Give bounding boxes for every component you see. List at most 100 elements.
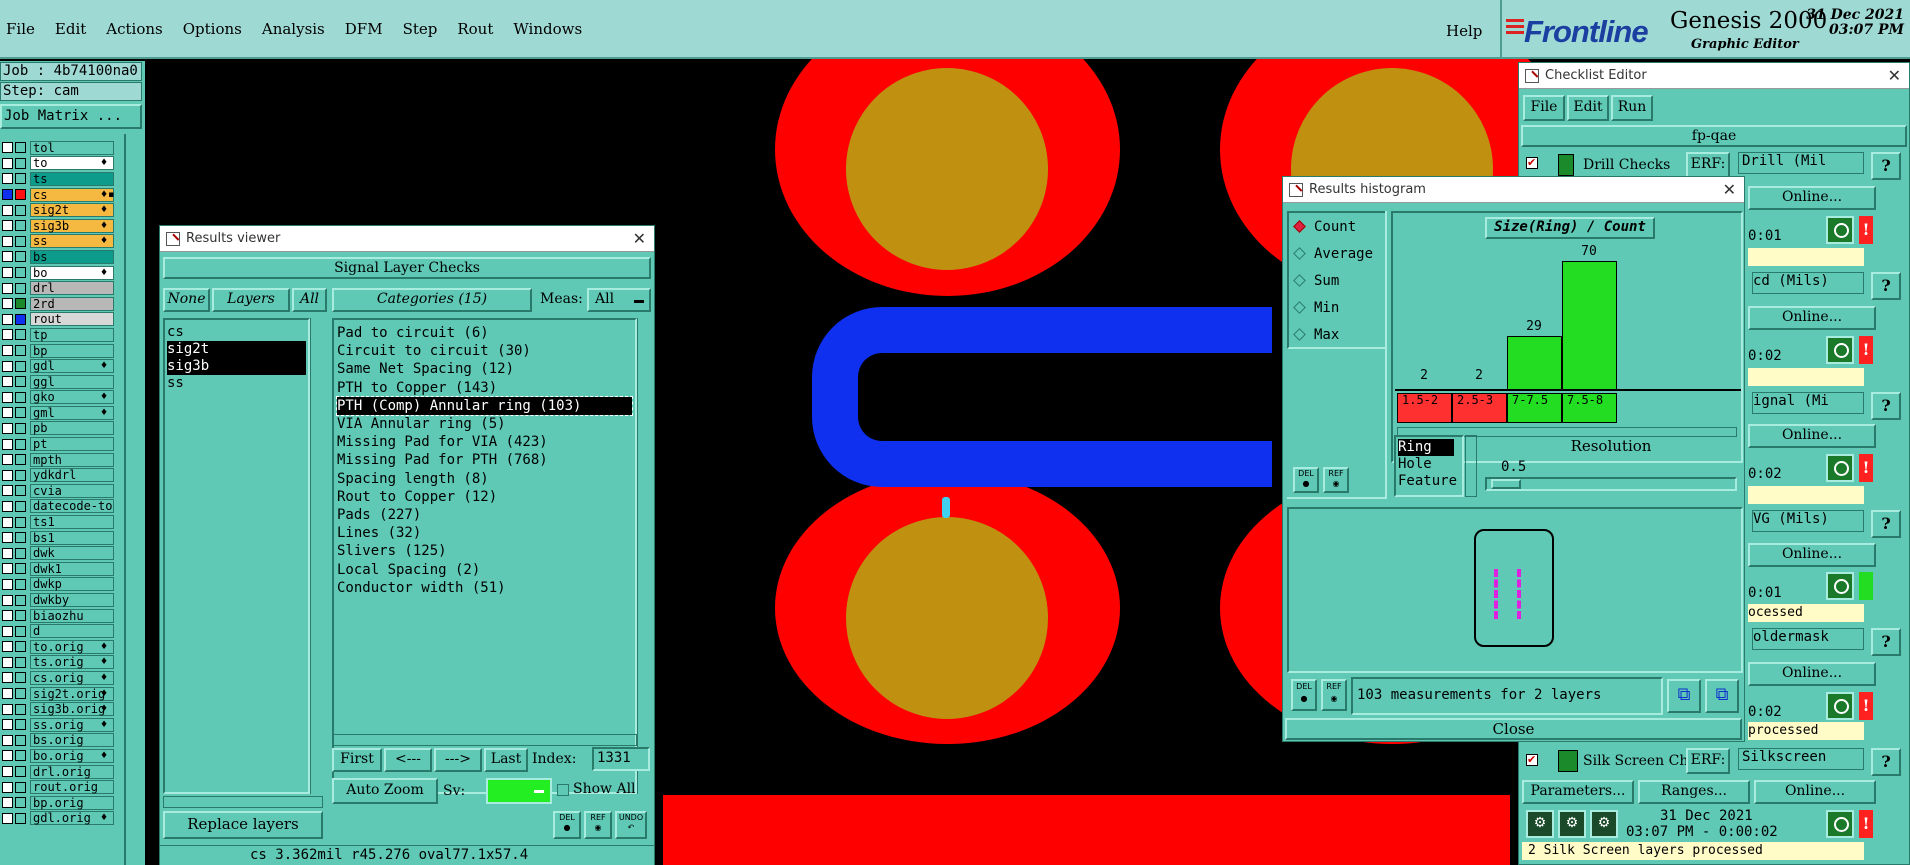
layer-name[interactable]: ts [30,171,114,186]
preview-area[interactable] [1287,507,1743,673]
layer-color-swatch[interactable] [15,282,26,294]
layer-row[interactable]: pt [0,436,115,452]
first-button[interactable]: First [332,748,382,772]
help-button[interactable]: ? [1871,510,1901,538]
histogram-close-button[interactable]: Close [1285,718,1742,740]
layer-color-swatch[interactable] [15,672,26,684]
help-button[interactable]: ? [1871,152,1901,180]
layer-checkbox[interactable] [2,204,13,216]
size-type-list[interactable]: Ring Hole Feature [1394,435,1464,497]
category-item[interactable]: Missing Pad for VIA (423) [337,433,632,451]
layer-color-swatch[interactable] [15,204,26,216]
layer-checkbox[interactable] [2,313,13,325]
layer-color-swatch[interactable] [15,610,26,622]
layer-color-swatch[interactable] [15,781,26,793]
silk-label[interactable]: Silk Screen Che [1583,753,1697,769]
zoom-icon[interactable] [1826,216,1854,244]
help-button[interactable]: ? [1871,748,1901,776]
layer-checkbox[interactable] [2,812,13,824]
layer-color-swatch[interactable] [15,345,26,357]
layer-color-swatch[interactable] [15,422,26,434]
drill-erf-button[interactable]: ERF: [1686,152,1730,178]
layer-list-scrollbar[interactable] [124,134,142,865]
layers-button[interactable]: Layers [212,288,290,312]
ce-menu-edit[interactable]: Edit [1567,95,1609,121]
layer-color-swatch[interactable] [15,469,26,481]
layer-row[interactable]: tol [0,140,115,156]
result-layer-item[interactable]: cs [167,324,306,341]
layer-row[interactable]: sig2t ♦ [0,202,115,218]
index-input[interactable]: 1331 [592,747,650,771]
erf-value-3[interactable]: ignal (Mi [1752,392,1864,414]
layer-checkbox[interactable] [2,454,13,466]
layer-checkbox[interactable] [2,485,13,497]
layer-checkbox[interactable] [2,157,13,169]
drill-checks-label[interactable]: Drill Checks [1583,157,1670,173]
histogram-titlebar[interactable]: Results histogram ✕ [1283,177,1744,203]
results-viewer-titlebar[interactable]: Results viewer ✕ [160,226,654,252]
ce-menu-file[interactable]: File [1523,95,1565,121]
layout-icon-1[interactable]: ⧉ [1667,679,1701,713]
run-icon[interactable]: ⚙ [1590,810,1618,838]
job-matrix-button[interactable]: Job Matrix ... [0,104,142,129]
layer-color-swatch[interactable] [15,391,26,403]
close-icon[interactable]: ✕ [633,229,646,248]
erf-value-4[interactable]: VG (Mils) [1752,510,1864,532]
layer-checkbox[interactable] [2,345,13,357]
layer-color-swatch[interactable] [15,298,26,310]
layer-color-swatch[interactable] [15,407,26,419]
layout-icon-2[interactable]: ⧉ [1705,679,1739,713]
menu-actions[interactable]: Actions [106,20,162,38]
run-icon[interactable]: ⚙ [1526,810,1554,838]
layer-checkbox[interactable] [2,766,13,778]
layer-name[interactable]: mpth [30,452,114,467]
layer-checkbox[interactable] [2,500,13,512]
layer-checkbox[interactable] [2,376,13,388]
layer-row[interactable]: drl [0,280,115,296]
layer-row[interactable]: dwkby [0,592,115,608]
zoom-icon[interactable] [1826,572,1854,600]
online-button-3[interactable]: Online... [1748,424,1876,448]
menu-dfm[interactable]: DFM [345,20,383,38]
layer-name[interactable]: tp [30,327,114,342]
category-item[interactable]: VIA Annular ring (5) [337,415,632,433]
copper-bottom[interactable] [663,795,1510,865]
layer-checkbox[interactable] [2,407,13,419]
layer-color-swatch[interactable] [15,750,26,762]
layer-name[interactable]: pt [30,437,114,452]
layer-name[interactable]: drl.orig [30,764,114,779]
layer-checkbox[interactable] [2,656,13,668]
layer-name[interactable]: tol [30,140,114,155]
layer-color-swatch[interactable] [15,797,26,809]
layer-row[interactable]: ydkdrl [0,467,115,483]
layer-name[interactable]: bp.orig [30,795,114,810]
layer-checkbox[interactable] [2,251,13,263]
layer-row[interactable]: sig3b.orig ♦ [0,701,115,717]
layer-name[interactable]: dwkp [30,577,114,592]
undo-button[interactable]: UNDO ↶ [615,811,647,839]
layer-color-swatch[interactable] [15,641,26,653]
layer-name[interactable]: ydkdrl [30,468,114,483]
trace-u[interactable] [812,307,1272,487]
layer-checkbox[interactable] [2,547,13,559]
category-item[interactable]: Pads (227) [337,506,632,524]
layer-color-swatch[interactable] [15,267,26,279]
layer-checkbox[interactable] [2,688,13,700]
layer-color-swatch[interactable] [15,438,26,450]
menu-edit[interactable]: Edit [55,20,86,38]
close-icon[interactable]: ✕ [1723,180,1736,199]
layer-row[interactable]: biaozhu [0,608,115,624]
result-layer-item[interactable]: ss [167,375,306,392]
result-layer-item[interactable]: sig3b [167,358,306,375]
menu-options[interactable]: Options [183,20,242,38]
layer-row[interactable]: bp.orig [0,795,115,811]
category-item[interactable]: Spacing length (8) [337,470,632,488]
layer-color-swatch[interactable] [15,485,26,497]
preview-del-button[interactable]: DEL ● [1291,679,1317,711]
category-item[interactable]: Circuit to circuit (30) [337,342,632,360]
layer-checkbox[interactable] [2,641,13,653]
layer-row[interactable]: pb [0,421,115,437]
category-item[interactable]: PTH (Comp) Annular ring (103) [336,395,633,417]
layer-name[interactable]: dwkby [30,593,114,608]
layer-checkbox[interactable] [2,235,13,247]
